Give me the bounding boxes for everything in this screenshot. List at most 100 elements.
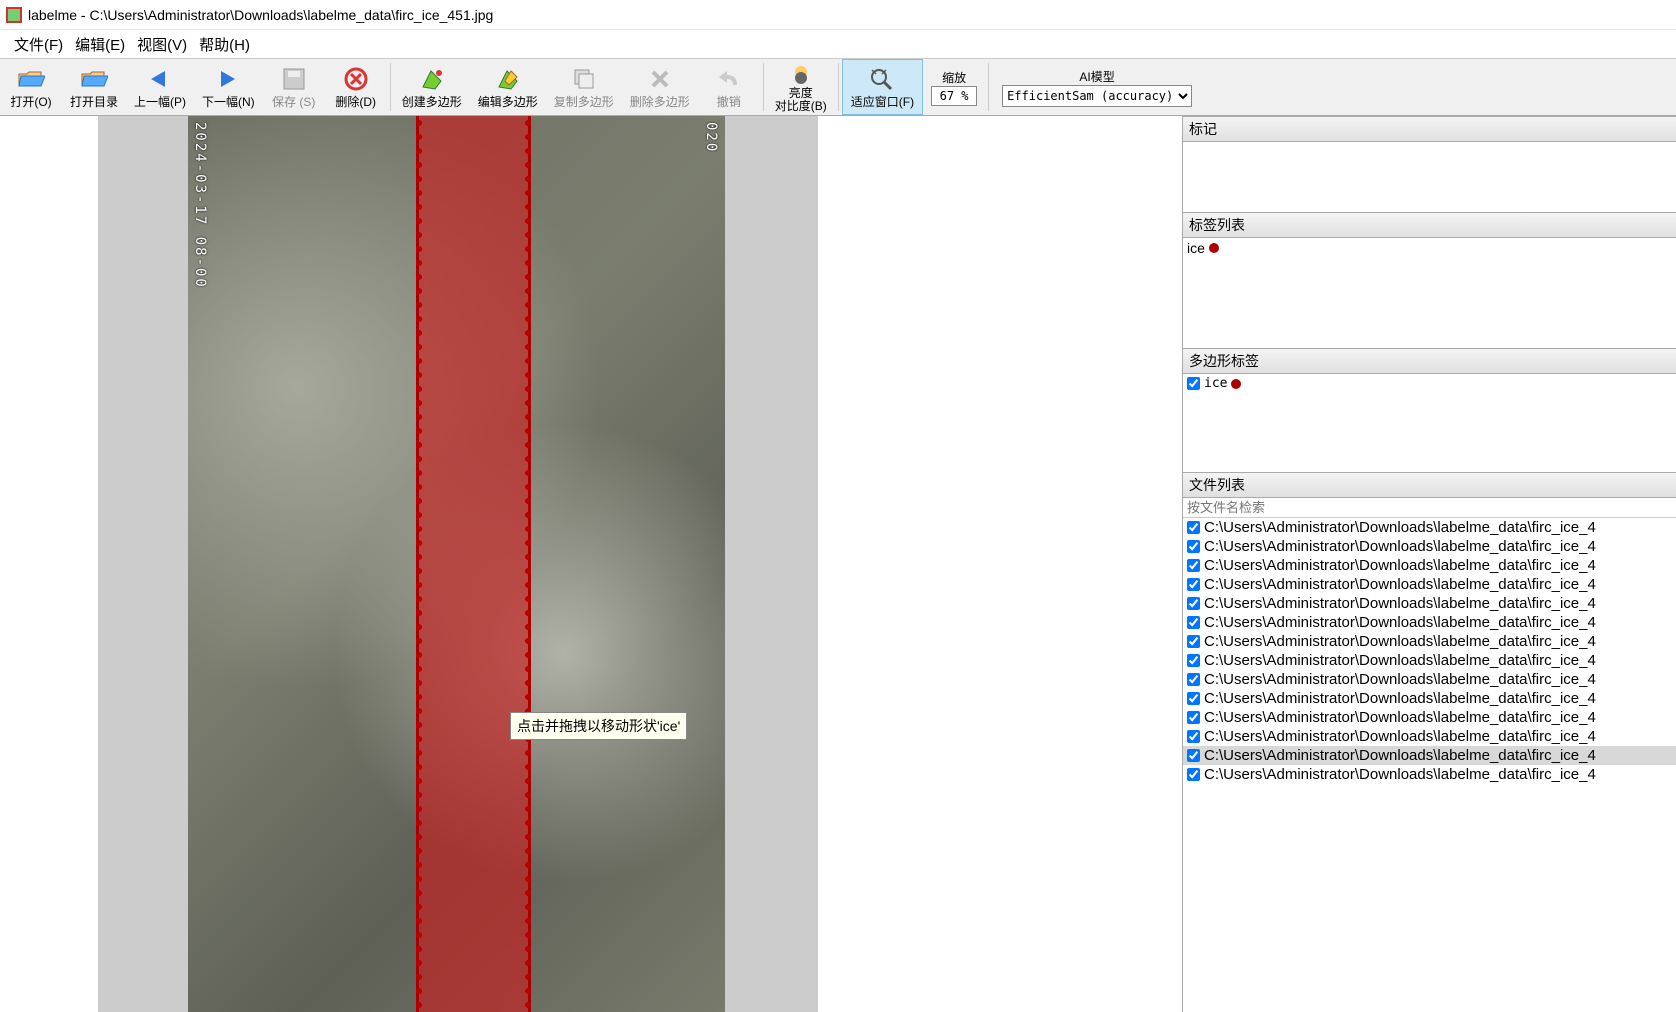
canvas-area[interactable]: 2024-03-17 08-00 020 点击并拖拽以移动形状'ice' [0, 116, 1182, 1012]
file-list-row[interactable]: C:\Users\Administrator\Downloads\labelme… [1183, 594, 1676, 613]
save-label: 保存 (S) [272, 93, 315, 110]
file-row-path: C:\Users\Administrator\Downloads\labelme… [1204, 519, 1596, 536]
delete-file-label: 删除(D) [335, 93, 376, 110]
toolbar: 打开(O) 打开目录 上一幅(P) 下一幅(N) 保存 (S) 删除(D) 创建… [0, 58, 1676, 116]
label-list-body: ice [1183, 238, 1676, 348]
fit-window-label: 适应窗口(F) [851, 93, 914, 110]
polygon-labels-panel: 多边形标签 ice [1183, 348, 1676, 472]
canvas-tooltip: 点击并拖拽以移动形状'ice' [510, 712, 687, 740]
polygon-color-dot-icon [1231, 379, 1241, 389]
file-list-row[interactable]: C:\Users\Administrator\Downloads\labelme… [1183, 765, 1676, 784]
file-row-checkbox[interactable] [1187, 692, 1200, 705]
open-dir-button[interactable]: 打开目录 [62, 59, 126, 115]
file-list-row[interactable]: C:\Users\Administrator\Downloads\labelme… [1183, 556, 1676, 575]
file-row-path: C:\Users\Administrator\Downloads\labelme… [1204, 614, 1596, 631]
file-row-checkbox[interactable] [1187, 654, 1200, 667]
file-row-path: C:\Users\Administrator\Downloads\labelme… [1204, 747, 1596, 764]
create-polygon-label: 创建多边形 [402, 93, 462, 110]
file-row-checkbox[interactable] [1187, 730, 1200, 743]
file-list-row[interactable]: C:\Users\Administrator\Downloads\labelme… [1183, 651, 1676, 670]
file-row-path: C:\Users\Administrator\Downloads\labelme… [1204, 576, 1596, 593]
ai-model-control: AI模型 EfficientSam (accuracy) [992, 59, 1202, 115]
delete-polygon-button: 删除多边形 [622, 59, 698, 115]
menu-help[interactable]: 帮助(H) [199, 34, 250, 55]
brightness-icon [787, 61, 815, 87]
polygon-label-item[interactable]: ice [1187, 376, 1672, 391]
file-row-checkbox[interactable] [1187, 540, 1200, 553]
file-row-checkbox[interactable] [1187, 711, 1200, 724]
arrow-left-icon [146, 65, 174, 93]
file-row-checkbox[interactable] [1187, 673, 1200, 686]
folder-icon [80, 65, 108, 93]
file-row-checkbox[interactable] [1187, 635, 1200, 648]
file-list-row[interactable]: C:\Users\Administrator\Downloads\labelme… [1183, 746, 1676, 765]
polygon-visibility-checkbox[interactable] [1187, 377, 1200, 390]
file-list-row[interactable]: C:\Users\Administrator\Downloads\labelme… [1183, 708, 1676, 727]
file-row-path: C:\Users\Administrator\Downloads\labelme… [1204, 538, 1596, 555]
file-list-row[interactable]: C:\Users\Administrator\Downloads\labelme… [1183, 689, 1676, 708]
file-row-path: C:\Users\Administrator\Downloads\labelme… [1204, 671, 1596, 688]
file-list-row[interactable]: C:\Users\Administrator\Downloads\labelme… [1183, 518, 1676, 537]
flags-body [1183, 142, 1676, 212]
edit-polygon-button[interactable]: 编辑多边形 [470, 59, 546, 115]
undo-icon [715, 65, 743, 93]
file-row-path: C:\Users\Administrator\Downloads\labelme… [1204, 709, 1596, 726]
delete-polygon-label: 删除多边形 [630, 93, 690, 110]
image-tag-overlay: 020 [703, 122, 719, 153]
app-icon [6, 7, 22, 23]
file-list-row[interactable]: C:\Users\Administrator\Downloads\labelme… [1183, 613, 1676, 632]
file-list[interactable]: C:\Users\Administrator\Downloads\labelme… [1183, 518, 1676, 1012]
label-list-panel: 标签列表 ice [1183, 212, 1676, 348]
file-list-panel: 文件列表 C:\Users\Administrator\Downloads\la… [1183, 472, 1676, 1012]
window-title: labelme - C:\Users\Administrator\Downloa… [28, 7, 493, 23]
file-list-header: 文件列表 [1183, 473, 1676, 498]
file-list-row[interactable]: C:\Users\Administrator\Downloads\labelme… [1183, 670, 1676, 689]
open-dir-label: 打开目录 [70, 93, 118, 110]
file-row-checkbox[interactable] [1187, 597, 1200, 610]
ai-model-select[interactable]: EfficientSam (accuracy) [1002, 85, 1192, 107]
file-row-checkbox[interactable] [1187, 768, 1200, 781]
zoom-label: 缩放 [942, 69, 966, 86]
zoom-control: 缩放 [923, 59, 985, 115]
toolbar-separator [390, 63, 391, 111]
image-viewport[interactable]: 2024-03-17 08-00 020 [188, 116, 725, 1012]
delete-file-button[interactable]: 删除(D) [325, 59, 387, 115]
file-row-checkbox[interactable] [1187, 521, 1200, 534]
floppy-icon [280, 65, 308, 93]
file-row-path: C:\Users\Administrator\Downloads\labelme… [1204, 595, 1596, 612]
file-row-path: C:\Users\Administrator\Downloads\labelme… [1204, 633, 1596, 650]
file-row-path: C:\Users\Administrator\Downloads\labelme… [1204, 766, 1596, 783]
next-button[interactable]: 下一幅(N) [194, 59, 263, 115]
zoom-input[interactable] [931, 86, 977, 106]
menu-edit[interactable]: 编辑(E) [75, 34, 125, 55]
create-polygon-button[interactable]: 创建多边形 [394, 59, 470, 115]
folder-open-icon [17, 65, 45, 93]
fit-window-icon [868, 65, 896, 93]
main-area: 2024-03-17 08-00 020 点击并拖拽以移动形状'ice' 标记 … [0, 116, 1676, 1012]
file-search-input[interactable] [1183, 498, 1676, 518]
file-list-row[interactable]: C:\Users\Administrator\Downloads\labelme… [1183, 632, 1676, 651]
brightness-button[interactable]: 亮度 对比度(B) [767, 59, 835, 115]
polygon-annotation-ice[interactable] [416, 116, 531, 1012]
fit-window-button[interactable]: 适应窗口(F) [842, 59, 923, 115]
file-row-checkbox[interactable] [1187, 559, 1200, 572]
next-label: 下一幅(N) [202, 93, 255, 110]
file-row-checkbox[interactable] [1187, 749, 1200, 762]
menu-view[interactable]: 视图(V) [137, 34, 187, 55]
file-row-checkbox[interactable] [1187, 616, 1200, 629]
brightness-label: 亮度 对比度(B) [775, 87, 827, 113]
file-row-checkbox[interactable] [1187, 578, 1200, 591]
open-button[interactable]: 打开(O) [0, 59, 62, 115]
label-name: ice [1187, 240, 1205, 256]
open-label: 打开(O) [10, 93, 51, 110]
file-row-path: C:\Users\Administrator\Downloads\labelme… [1204, 652, 1596, 669]
toolbar-separator [763, 63, 764, 111]
file-list-row[interactable]: C:\Users\Administrator\Downloads\labelme… [1183, 537, 1676, 556]
prev-button[interactable]: 上一幅(P) [126, 59, 194, 115]
polygon-edit-icon [494, 65, 522, 93]
label-list-item[interactable]: ice [1187, 240, 1672, 256]
file-list-row[interactable]: C:\Users\Administrator\Downloads\labelme… [1183, 575, 1676, 594]
menu-file[interactable]: 文件(F) [14, 34, 63, 55]
edit-polygon-label: 编辑多边形 [478, 93, 538, 110]
file-list-row[interactable]: C:\Users\Administrator\Downloads\labelme… [1183, 727, 1676, 746]
